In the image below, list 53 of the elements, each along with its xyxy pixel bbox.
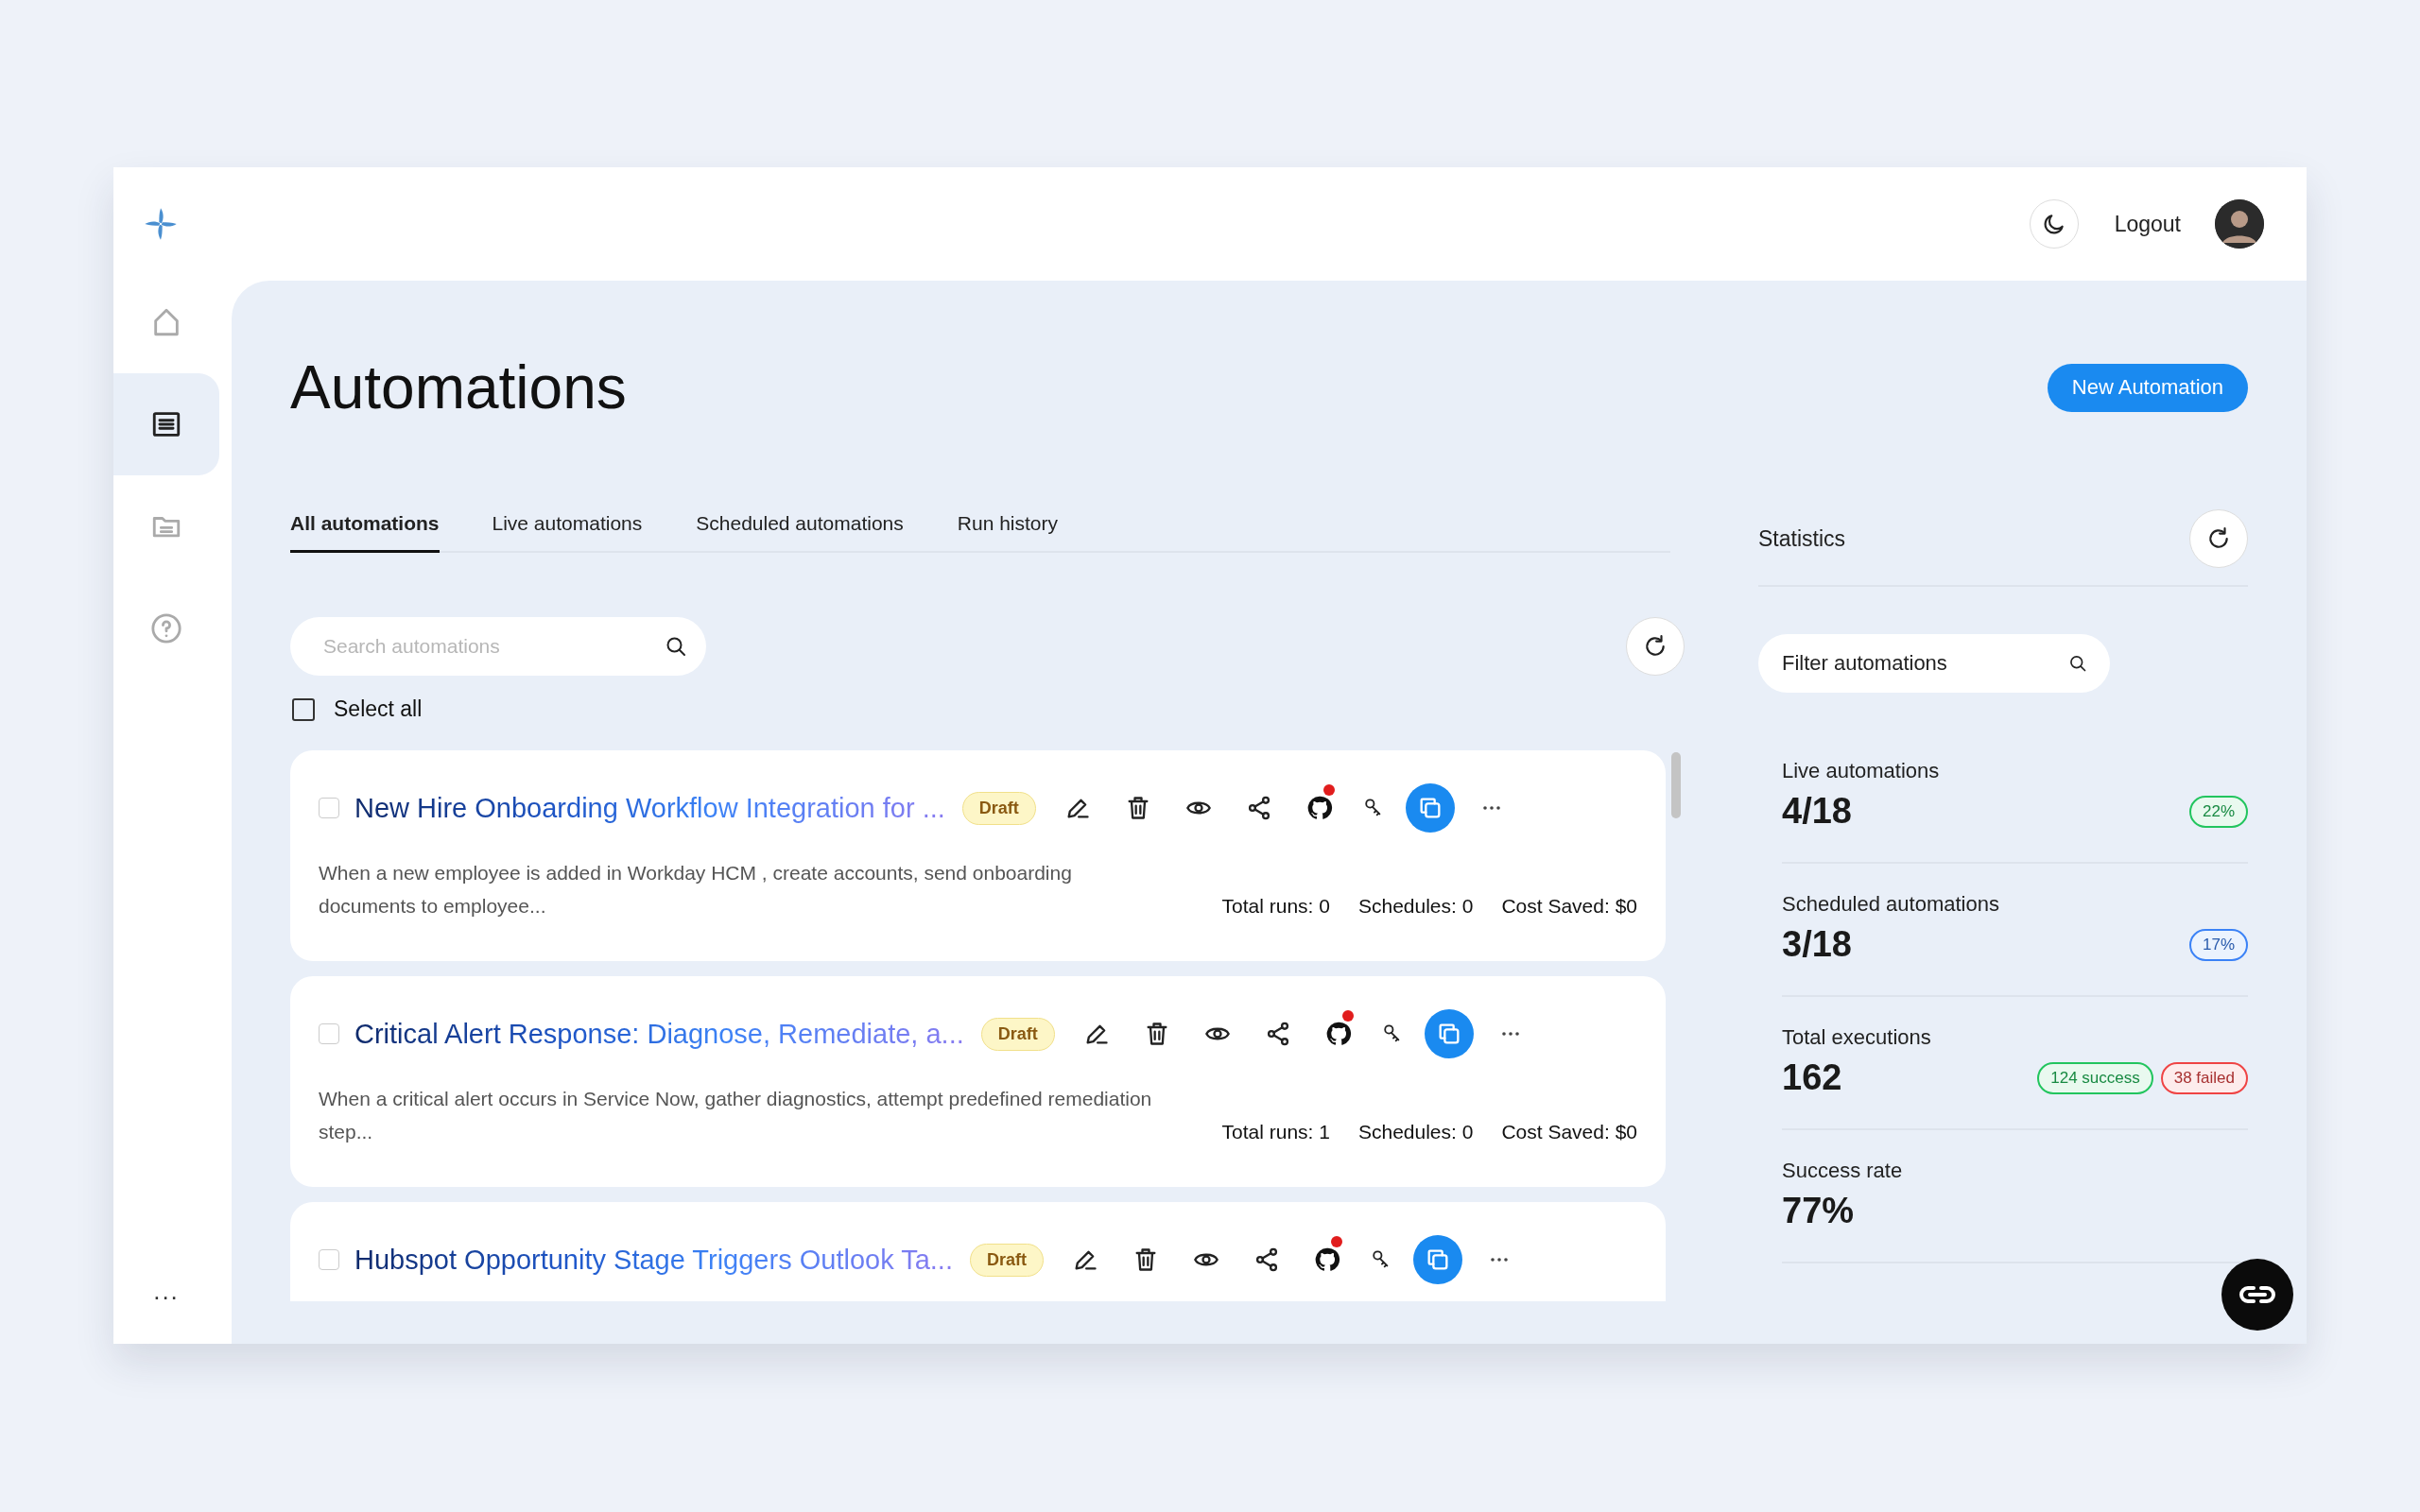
stat-label: Total executions — [1782, 1025, 1932, 1050]
search-field[interactable]: Search automations — [290, 617, 706, 676]
share-icon — [1253, 1246, 1280, 1273]
duplicate-button[interactable] — [1424, 1009, 1474, 1058]
automation-description: When a critical alert occurs in Service Now, gather diagnostics, attempt predefined remediation step... — [319, 1087, 1153, 1144]
ellipsis-icon — [1481, 805, 1501, 811]
ellipsis-icon — [1500, 1031, 1520, 1037]
cost-saved-text: Cost Saved: $0 — [1501, 894, 1637, 919]
search-icon — [665, 635, 687, 658]
checkbox[interactable] — [292, 697, 315, 721]
select-all-label: Select all — [334, 696, 423, 722]
stat-value: 77% — [1782, 1191, 1855, 1231]
stat-value: 162 — [1782, 1057, 1842, 1098]
automation-description: When a new employee is added in Workday HCM , create accounts, send onboarding documents to employee... — [319, 861, 1073, 919]
more-menu[interactable]: ... — [113, 1277, 219, 1306]
logout-link[interactable]: Logout — [2114, 211, 2181, 237]
refresh-icon — [2206, 526, 2231, 551]
moon-icon — [2041, 212, 2066, 236]
search-icon — [2068, 654, 2087, 673]
stat-value: 4/18 — [1782, 791, 1852, 832]
page-title: Automations — [290, 352, 627, 422]
octocat-icon — [1324, 1021, 1352, 1047]
avatar[interactable] — [2215, 199, 2264, 249]
stat-label: Live automations — [1782, 759, 1941, 783]
statistics-title: Statistics — [1758, 525, 1846, 552]
new-automation-button[interactable]: New Automation — [2047, 363, 2248, 412]
total-runs-text: Total runs: 1 — [1221, 1120, 1330, 1144]
tab[interactable]: Run history — [957, 512, 1081, 553]
ellipsis-icon — [1490, 1257, 1509, 1263]
stat-value: 3/18 — [1782, 924, 1852, 965]
scrollbar[interactable] — [1671, 752, 1681, 818]
stat-badge: 38 failed — [2160, 1061, 2248, 1094]
tab[interactable]: Live automations — [492, 512, 666, 553]
refresh-icon — [1643, 634, 1668, 659]
stat-badge: 124 success — [2037, 1061, 2153, 1094]
stat-badge: 22% — [2188, 795, 2248, 828]
schedules-text: Schedules: 0 — [1358, 1120, 1474, 1144]
stat-badge: 17% — [2188, 928, 2248, 961]
tab[interactable]: Scheduled automations — [696, 512, 927, 553]
schedules-text: Schedules: 0 — [1358, 894, 1474, 919]
duplicate-button[interactable] — [1413, 1235, 1462, 1284]
duplicate-button[interactable] — [1405, 783, 1455, 833]
stat-label: Success rate — [1782, 1159, 1904, 1183]
octocat-icon — [1314, 1246, 1340, 1273]
total-runs-text: Total runs: 0 — [1221, 894, 1330, 919]
stat-label: Scheduled automations — [1782, 892, 2000, 917]
filter-field[interactable]: Filter automations — [1758, 634, 2110, 693]
status-badge: Draft — [961, 791, 1036, 825]
octocat-icon — [1305, 795, 1333, 821]
status-badge: Draft — [980, 1017, 1055, 1051]
cost-saved-text: Cost Saved: $0 — [1501, 1120, 1637, 1144]
tab[interactable]: All automations — [290, 512, 440, 553]
status-badge: Draft — [970, 1243, 1044, 1277]
